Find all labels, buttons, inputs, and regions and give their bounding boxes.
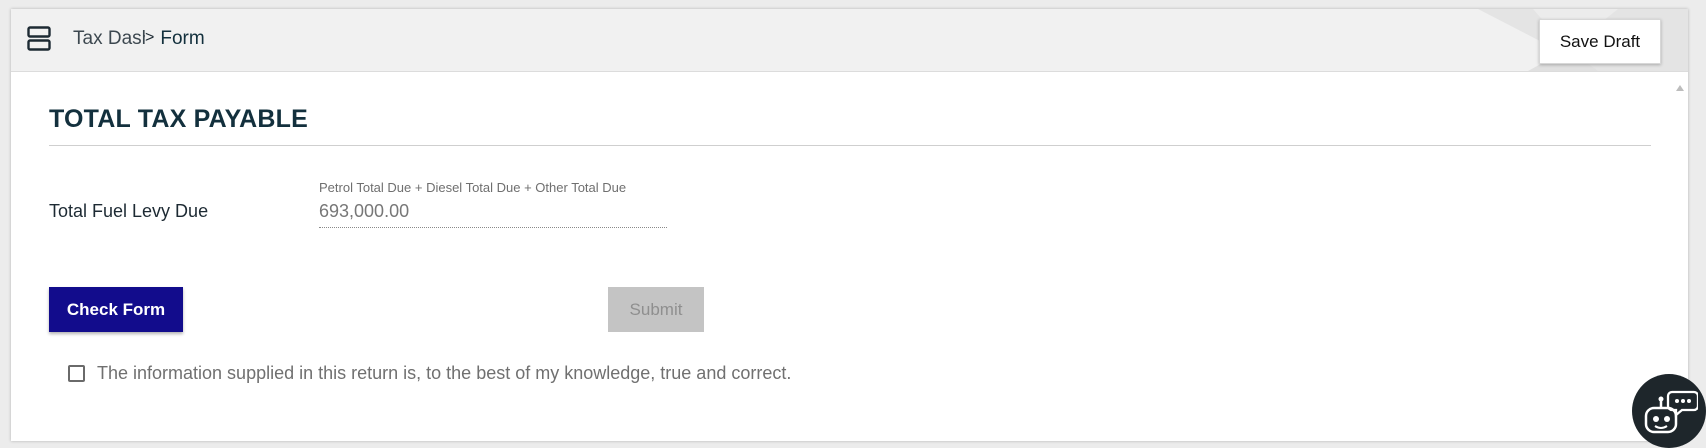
section-title: TOTAL TAX PAYABLE: [49, 105, 309, 133]
menu-icon[interactable]: [27, 26, 51, 52]
declaration-row: The information supplied in this return …: [68, 363, 791, 384]
check-form-button[interactable]: Check Form: [49, 287, 183, 332]
total-fuel-levy-label: Total Fuel Levy Due: [49, 201, 209, 221]
breadcrumb-current: Form: [160, 28, 205, 49]
robot-chat-icon: [1644, 390, 1698, 434]
breadcrumb-parent-link[interactable]: Tax Dashboard: [73, 28, 145, 50]
declaration-text: The information supplied in this return …: [97, 363, 792, 383]
form-window: Tax Dashboard> Form Save Draft TOTAL TAX …: [11, 9, 1688, 441]
breadcrumb-separator: >: [145, 29, 155, 46]
scroll-up-arrow-icon[interactable]: [1676, 85, 1684, 91]
top-bar: Tax Dashboard> Form Save Draft: [11, 9, 1688, 72]
submit-button: Submit: [608, 287, 704, 332]
declaration-checkbox[interactable]: [68, 365, 85, 382]
total-fuel-levy-formula-hint: Petrol Total Due + Diesel Total Due + Ot…: [319, 180, 627, 195]
breadcrumb: Tax Dashboard> Form: [73, 28, 205, 50]
save-draft-button[interactable]: Save Draft: [1539, 19, 1661, 64]
section-divider: [49, 145, 1651, 146]
chatbot-launcher[interactable]: [1632, 374, 1706, 448]
total-fuel-levy-value: 693,000.00: [319, 201, 667, 228]
